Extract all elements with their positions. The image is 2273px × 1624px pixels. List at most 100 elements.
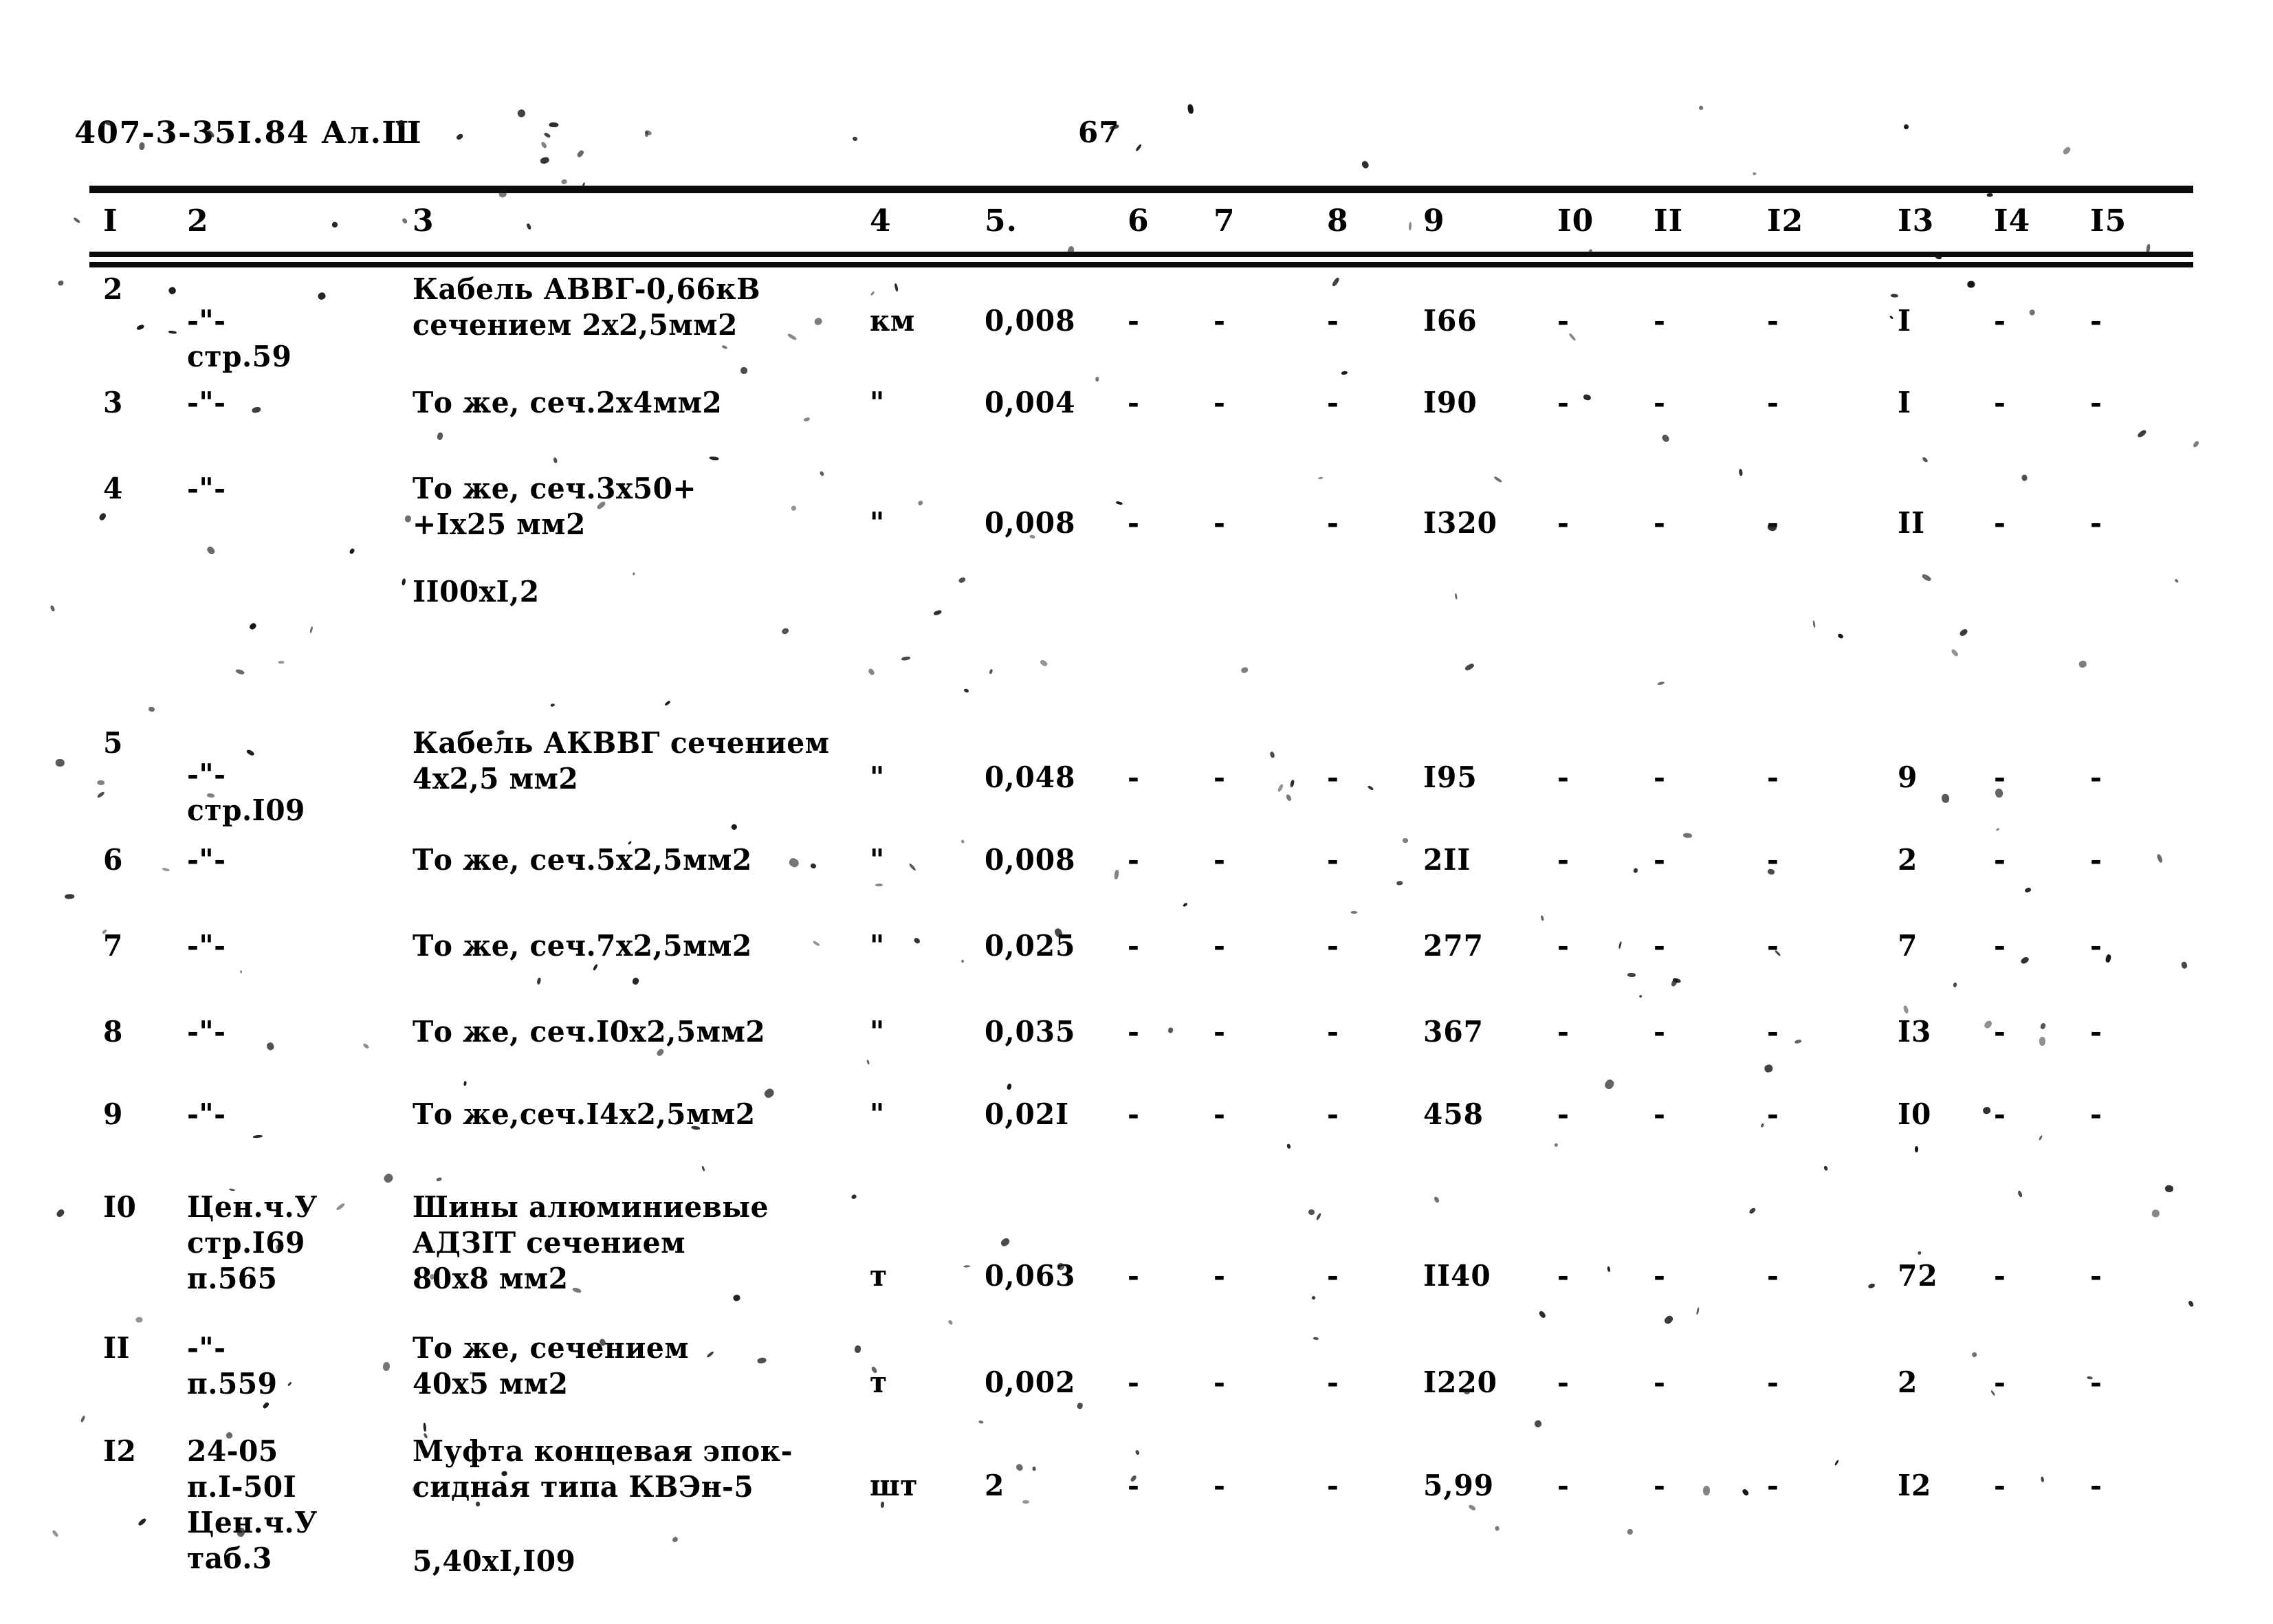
cell-col12: - <box>1767 1259 1779 1293</box>
cell-col10: - <box>1557 1259 1570 1293</box>
cell-col4: " <box>870 843 885 877</box>
cell-col6: - <box>1128 929 1140 963</box>
cell-col8: - <box>1327 1365 1339 1399</box>
cell-col8: - <box>1327 1469 1339 1502</box>
cell-col2: -"- стр.59 <box>187 304 292 373</box>
cell-col4: " <box>870 929 885 963</box>
cell-col3-continuation: II00xI,2 <box>413 575 540 608</box>
cell-col2: -"- п.559 <box>187 1331 278 1401</box>
cell-col12: - <box>1767 386 1779 419</box>
column-header-3: 3 <box>413 204 435 239</box>
cell-col6: - <box>1128 386 1140 419</box>
cell-col15: - <box>2090 1365 2102 1399</box>
cell-col7: - <box>1214 1259 1226 1293</box>
cell-col4: " <box>870 506 885 540</box>
cell-col2: Цен.ч.У стр.I69 п.565 <box>187 1190 318 1295</box>
cell-col15: - <box>2090 760 2102 794</box>
cell-col5: 0,048 <box>985 760 1076 794</box>
cell-col14: - <box>1994 1097 2006 1131</box>
table-header-rule-2 <box>89 262 2193 267</box>
cell-col11: - <box>1654 1469 1666 1502</box>
cell-col13: I0 <box>1898 1097 1932 1131</box>
cell-col8: - <box>1327 843 1339 877</box>
cell-col13: I <box>1898 304 1912 338</box>
cell-col14: - <box>1994 929 2006 963</box>
cell-col14: - <box>1994 760 2006 794</box>
cell-col11: - <box>1654 1015 1666 1049</box>
column-header-8: 8 <box>1327 204 1349 239</box>
column-header-2: 2 <box>187 204 209 239</box>
cell-col10: - <box>1557 760 1570 794</box>
table-top-rule <box>89 186 2193 193</box>
cell-col14: - <box>1994 506 2006 540</box>
cell-col14: - <box>1994 1015 2006 1049</box>
cell-col15: - <box>2090 1015 2102 1049</box>
cell-col2: -"- стр.I09 <box>187 758 305 827</box>
column-header-9: 9 <box>1423 204 1445 239</box>
cell-col2: -"- <box>187 386 226 419</box>
cell-col5: 0,008 <box>985 843 1076 877</box>
cell-col11: - <box>1654 843 1666 877</box>
cell-col11: - <box>1654 1259 1666 1293</box>
column-header-5: 5. <box>985 204 1018 239</box>
cell-col4: км <box>870 304 915 338</box>
cell-col3: Муфта концевая эпок- сидная типа КВЭн-5 <box>413 1434 793 1504</box>
cell-col10: - <box>1557 1469 1570 1502</box>
cell-col1: 2 <box>103 272 123 306</box>
cell-col13: 9 <box>1898 760 1918 794</box>
cell-col4: " <box>870 1015 885 1049</box>
column-header-1: I <box>103 204 118 239</box>
cell-col6: - <box>1128 1469 1140 1502</box>
cell-col12: - <box>1767 843 1779 877</box>
cell-col3: То же, сеч.2х4мм2 <box>413 386 723 419</box>
cell-col10: - <box>1557 843 1570 877</box>
cell-col1: 6 <box>103 843 123 877</box>
cell-col6: - <box>1128 1259 1140 1293</box>
column-header-13: I3 <box>1898 204 1935 239</box>
cell-col11: - <box>1654 760 1666 794</box>
cell-col10: - <box>1557 304 1570 338</box>
cell-col9: 5,99 <box>1423 1469 1495 1502</box>
cell-col9: I220 <box>1423 1365 1497 1399</box>
cell-col8: - <box>1327 1097 1339 1131</box>
cell-col1: 9 <box>103 1097 123 1131</box>
cell-col2: -"- <box>187 1097 226 1131</box>
cell-col13: I2 <box>1898 1469 1932 1502</box>
cell-col3: Кабель АКВВГ сечением 4х2,5 мм2 <box>413 726 830 795</box>
cell-col10: - <box>1557 1015 1570 1049</box>
cell-col12: - <box>1767 1469 1779 1502</box>
cell-col8: - <box>1327 929 1339 963</box>
cell-col15: - <box>2090 1469 2102 1502</box>
cell-col4: " <box>870 760 885 794</box>
cell-col9: 2II <box>1423 843 1471 877</box>
cell-col10: - <box>1557 506 1570 540</box>
cell-col1: I2 <box>103 1434 137 1468</box>
column-header-4: 4 <box>870 204 892 239</box>
cell-col9: 277 <box>1423 929 1484 963</box>
cell-col14: - <box>1994 1365 2006 1399</box>
cell-col14: - <box>1994 843 2006 877</box>
cell-col8: - <box>1327 506 1339 540</box>
cell-col15: - <box>2090 386 2102 419</box>
cell-col7: - <box>1214 1365 1226 1399</box>
cell-col2: -"- <box>187 843 226 877</box>
cell-col7: - <box>1214 760 1226 794</box>
cell-col12: - <box>1767 929 1779 963</box>
cell-col15: - <box>2090 929 2102 963</box>
cell-col11: - <box>1654 1365 1666 1399</box>
cell-col8: - <box>1327 386 1339 419</box>
cell-col6: - <box>1128 1015 1140 1049</box>
cell-col12: - <box>1767 1097 1779 1131</box>
cell-col9: I90 <box>1423 386 1478 419</box>
column-header-10: I0 <box>1557 204 1594 239</box>
cell-col8: - <box>1327 1259 1339 1293</box>
cell-col6: - <box>1128 1097 1140 1131</box>
cell-col4: " <box>870 386 885 419</box>
cell-col5: 2 <box>985 1469 1005 1502</box>
cell-col7: - <box>1214 386 1226 419</box>
cell-col13: 2 <box>1898 843 1918 877</box>
cell-col14: - <box>1994 1469 2006 1502</box>
cell-col7: - <box>1214 304 1226 338</box>
cell-col12: - <box>1767 760 1779 794</box>
document-page: 407-3-35I.84 Ал.Ш 67 I 2 3 4 5. 6 7 8 9 I0 II I2 I3 I… <box>0 0 2273 1624</box>
